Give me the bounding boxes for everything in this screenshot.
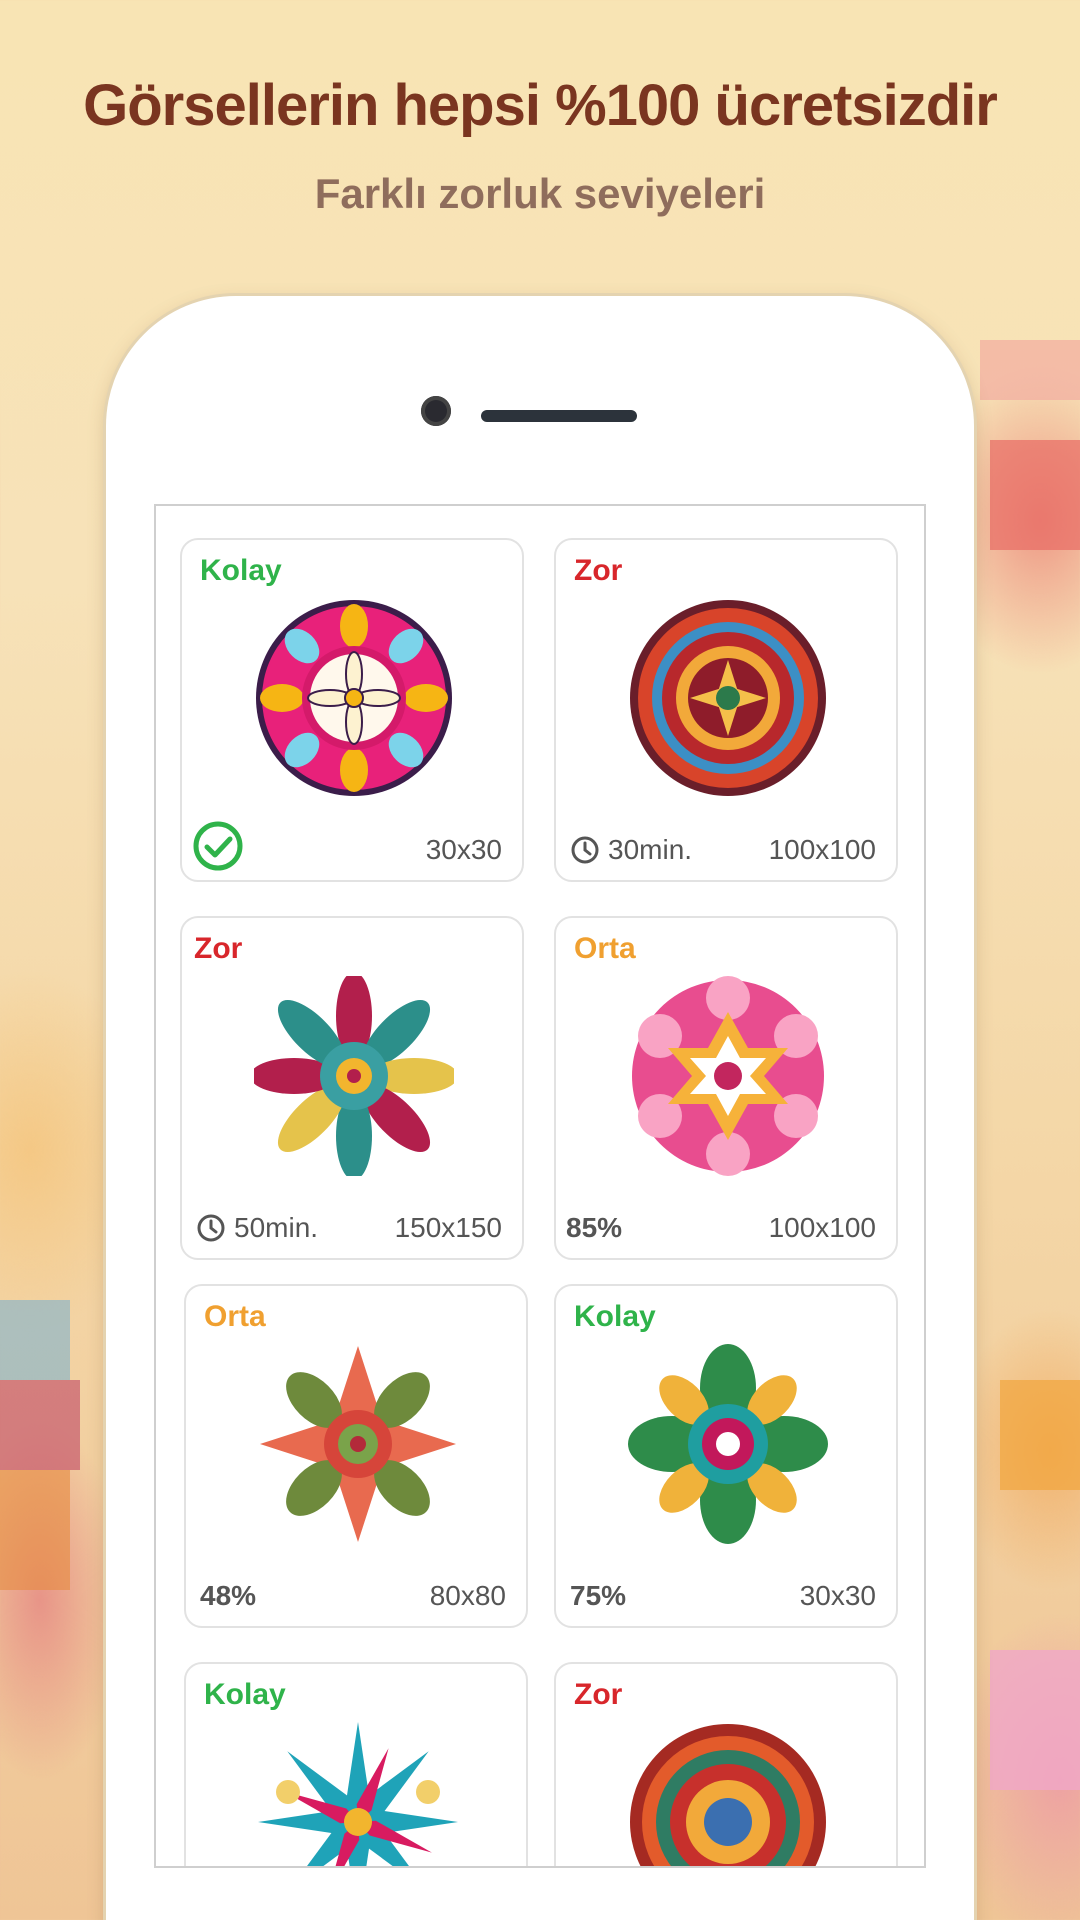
- difficulty-label: Zor: [574, 1678, 623, 1711]
- artwork-card[interactable]: Zor: [554, 1662, 898, 1866]
- difficulty-label: Orta: [574, 932, 636, 965]
- background-pixel-art: [0, 1470, 70, 1590]
- artwork-card[interactable]: Orta 48% 80x80: [184, 1284, 528, 1628]
- progress-value: 75%: [570, 1580, 627, 1611]
- background-pixel-art: [1000, 1380, 1080, 1490]
- difficulty-label: Zor: [194, 932, 243, 965]
- grid-size: 80x80: [429, 1580, 506, 1611]
- background-pixel-art: [980, 340, 1080, 400]
- time-value: 30min.: [608, 834, 693, 865]
- difficulty-label: Kolay: [200, 554, 282, 587]
- page-subtitle: Farklı zorluk seviyeleri: [314, 170, 766, 217]
- grid-size: 30x30: [425, 834, 502, 865]
- mandala-green-lotus-icon: [628, 1344, 828, 1544]
- background-pixel-art: [990, 1650, 1080, 1790]
- artwork-gallery: Kolay 30x30 Zor 30min. 100x100 Zor 50min…: [154, 504, 926, 1868]
- mandala-feather-swirl-icon: [254, 976, 454, 1176]
- page-title: Görsellerin hepsi %100 ücretsizdir: [83, 73, 998, 138]
- grid-size: 100x100: [768, 1212, 876, 1243]
- difficulty-label: Orta: [204, 1300, 266, 1333]
- mandala-blue-star-icon: [258, 1722, 458, 1866]
- background-pixel-art: [0, 1380, 80, 1470]
- grid-size: 100x100: [768, 834, 876, 865]
- background-pixel-art: [0, 1300, 70, 1380]
- artwork-card[interactable]: Kolay: [184, 1662, 528, 1866]
- artwork-card[interactable]: Zor 50min. 150x150: [180, 916, 524, 1260]
- artwork-card[interactable]: Kolay: [180, 538, 524, 882]
- artwork-card[interactable]: Orta 85% 100x100: [554, 916, 898, 1260]
- completed-check-icon: [193, 821, 243, 871]
- difficulty-label: Kolay: [574, 1300, 656, 1333]
- mandala-leaf-cross-icon: [260, 1346, 456, 1542]
- difficulty-label: Kolay: [204, 1678, 286, 1711]
- background-pixel-art: [990, 440, 1080, 550]
- phone-frame: Kolay 30x30 Zor 30min. 100x100 Zor 50min…: [106, 296, 974, 1920]
- time-estimate: 50min.: [196, 1212, 318, 1244]
- mandala-pink-flower-icon: [256, 600, 452, 796]
- artwork-card[interactable]: Kolay 75% 30x30: [554, 1284, 898, 1628]
- artwork-card[interactable]: Zor 30min. 100x100: [554, 538, 898, 882]
- clock-icon: [197, 1214, 225, 1242]
- mandala-pink-star-icon: [632, 976, 824, 1176]
- speaker-grille: [481, 410, 637, 422]
- mandala-red-round-icon: [630, 1724, 826, 1866]
- clock-icon: [571, 836, 599, 864]
- time-estimate: 30min.: [570, 834, 692, 866]
- mandala-red-ornate-icon: [630, 600, 826, 796]
- progress-value: 85%: [566, 1212, 623, 1243]
- camera-icon: [421, 396, 451, 426]
- grid-size: 150x150: [394, 1212, 502, 1243]
- time-value: 50min.: [234, 1212, 319, 1243]
- progress-value: 48%: [200, 1580, 257, 1611]
- grid-size: 30x30: [799, 1580, 876, 1611]
- difficulty-label: Zor: [574, 554, 623, 587]
